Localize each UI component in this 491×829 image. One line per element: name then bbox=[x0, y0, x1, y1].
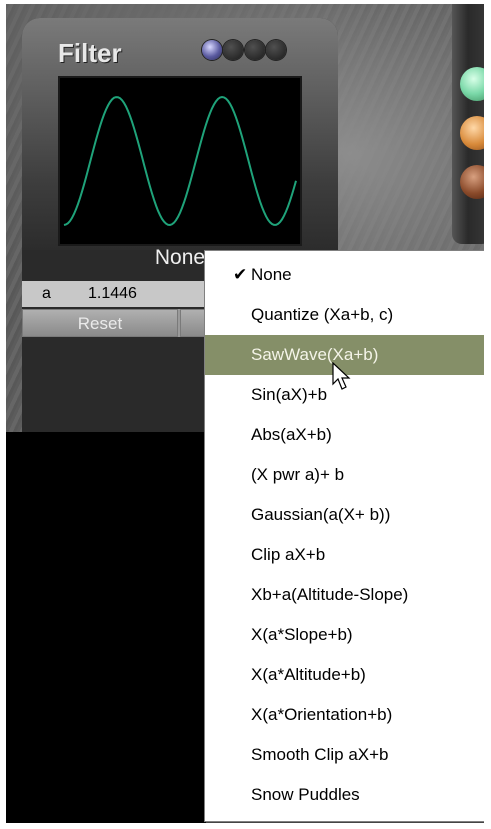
mouse-cursor-icon bbox=[332, 362, 351, 390]
reset-button[interactable]: Reset bbox=[22, 309, 178, 337]
menu-item[interactable]: Quantize (Xa+b, c) bbox=[205, 295, 484, 335]
checkmark-icon: ✔ bbox=[233, 265, 248, 284]
menu-item[interactable]: X(a*Slope+b) bbox=[205, 615, 484, 655]
menu-item[interactable]: Abs(aX+b) bbox=[205, 415, 484, 455]
menu-item[interactable]: X(a*Altitude+b) bbox=[205, 655, 484, 695]
indicator-dot[interactable] bbox=[223, 40, 244, 60]
menu-item[interactable]: Gaussian(a(X+ b)) bbox=[205, 495, 484, 535]
sine-wave-graph bbox=[63, 95, 297, 227]
menu-item[interactable]: Xb+a(Altitude-Slope) bbox=[205, 575, 484, 615]
waveform-preview bbox=[58, 76, 302, 246]
sine-wave-line bbox=[63, 95, 297, 227]
indicator-dot-active[interactable] bbox=[202, 40, 222, 60]
app-window: Filter None a 1.1446 Reset ✔ None Quantiz… bbox=[6, 4, 484, 823]
filter-title: Filter bbox=[58, 38, 122, 68]
param-value[interactable]: 1.1446 bbox=[88, 285, 137, 303]
menu-item[interactable]: (X pwr a)+ b bbox=[205, 455, 484, 495]
filter-dropdown-menu: ✔ None Quantize (Xa+b, c) SawWave(Xa+b) S… bbox=[204, 250, 484, 822]
menu-item[interactable]: Smooth Clip aX+b bbox=[205, 735, 484, 775]
menu-item[interactable]: Clip aX+b bbox=[205, 535, 484, 575]
menu-item[interactable]: Snow Puddles bbox=[205, 775, 484, 815]
menu-item[interactable]: X(a*Orientation+b) bbox=[205, 695, 484, 735]
param-name: a bbox=[42, 285, 51, 302]
menu-item[interactable]: ✔ None bbox=[205, 255, 484, 295]
indicator-dots bbox=[202, 40, 287, 65]
indicator-dot[interactable] bbox=[244, 40, 265, 60]
